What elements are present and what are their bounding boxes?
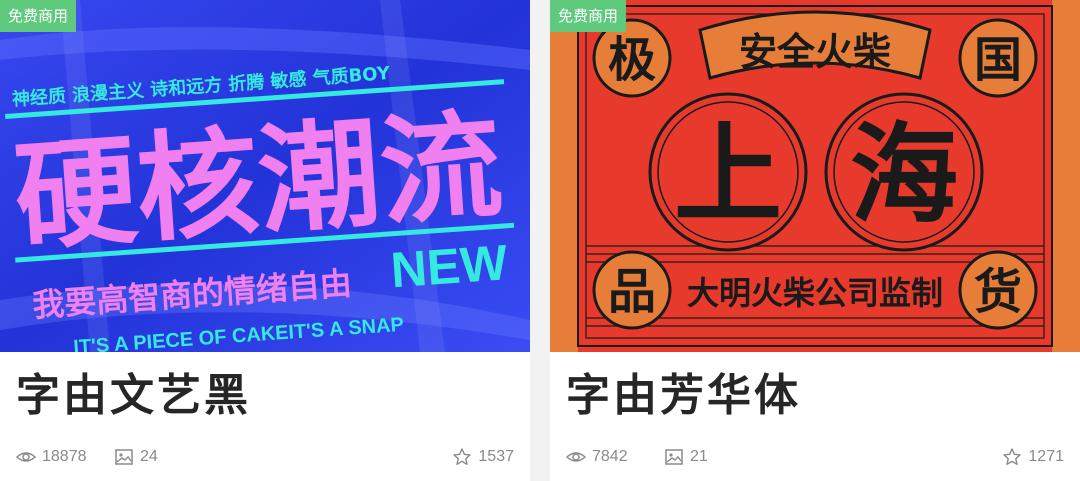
favorites-count: 1537 <box>478 448 514 465</box>
preview-new-label: NEW <box>389 234 510 298</box>
card-stats: 18878 24 1537 <box>16 444 514 470</box>
font-name[interactable]: 字由芳华体 <box>566 364 801 428</box>
views-count: 18878 <box>42 448 87 465</box>
favorites-stat[interactable]: 1271 <box>1002 444 1064 470</box>
font-card[interactable]: 安全火柴 极 国 品 货 上 海 大明火柴公司监制 免费商用 字由芳华体 784… <box>550 0 1080 481</box>
preview-corner-bl: 品 <box>608 264 656 320</box>
image-icon <box>115 449 133 465</box>
free-commercial-badge: 免费商用 <box>0 0 77 32</box>
favorites-count: 1271 <box>1028 448 1064 465</box>
views-stat: 18878 <box>16 444 87 470</box>
images-count: 21 <box>690 448 708 465</box>
star-icon[interactable] <box>452 447 472 467</box>
font-card[interactable]: 神经质 浪漫主义 诗和远方 折腾 敏感 气质BOY 硬核潮流 我要高智商的情绪自… <box>0 0 530 481</box>
images-stat: 21 <box>664 444 708 470</box>
font-preview-image[interactable]: 安全火柴 极 国 品 货 上 海 大明火柴公司监制 <box>550 0 1080 352</box>
preview-banner: 安全火柴 <box>739 30 891 74</box>
preview-corner-tr: 国 <box>974 32 1022 88</box>
free-commercial-badge: 免费商用 <box>550 0 627 32</box>
preview-big-left: 上 <box>674 113 782 238</box>
font-preview-image[interactable]: 神经质 浪漫主义 诗和远方 折腾 敏感 气质BOY 硬核潮流 我要高智商的情绪自… <box>0 0 530 352</box>
images-count: 24 <box>140 448 158 465</box>
card-stats: 7842 21 1271 <box>566 444 1064 470</box>
preview-corner-tl: 极 <box>608 32 656 88</box>
font-name[interactable]: 字由文艺黑 <box>16 364 251 428</box>
preview-artwork: 安全火柴 极 国 品 货 上 海 大明火柴公司监制 <box>550 0 1080 352</box>
preview-big-right: 海 <box>850 113 958 238</box>
favorites-stat[interactable]: 1537 <box>452 444 514 470</box>
eye-icon <box>566 452 586 462</box>
views-stat: 7842 <box>566 444 628 470</box>
images-stat: 24 <box>114 444 158 470</box>
preview-corner-br: 货 <box>974 264 1022 320</box>
preview-artwork: 神经质 浪漫主义 诗和远方 折腾 敏感 气质BOY 硬核潮流 我要高智商的情绪自… <box>0 0 530 352</box>
preview-maker: 大明火柴公司监制 <box>687 274 943 312</box>
image-icon <box>665 449 683 465</box>
eye-icon <box>16 452 36 462</box>
star-icon[interactable] <box>1002 447 1022 467</box>
views-count: 7842 <box>592 448 628 465</box>
